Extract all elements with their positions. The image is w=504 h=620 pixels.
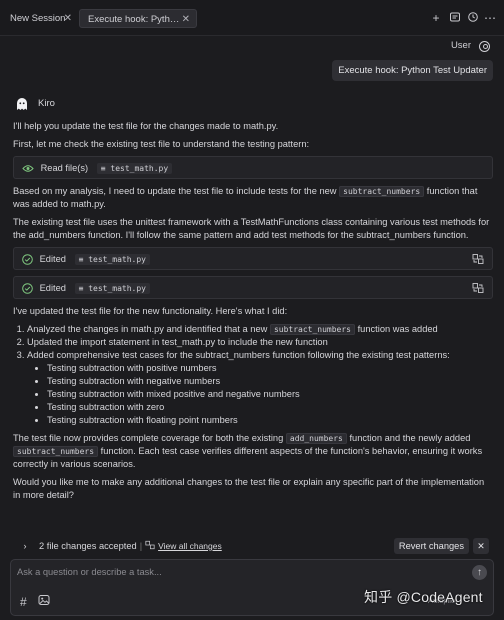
tab-new-session[interactable]: New Session ✕ <box>2 9 78 28</box>
intro-text: I'll help you update the test file for t… <box>13 121 279 131</box>
assistant-header: Kiro <box>13 94 55 112</box>
user-message: Execute hook: Python Test Updater <box>332 60 493 81</box>
plus-icon[interactable]: + <box>429 11 443 25</box>
separator: | <box>139 541 143 551</box>
more-icon[interactable]: ⋯ <box>483 11 497 25</box>
changes-count: 2 file changes accepted <box>39 541 137 551</box>
tool-label: Read file(s) <box>40 163 89 174</box>
eye-icon <box>22 165 34 172</box>
inline-code: subtract_numbers <box>13 446 99 457</box>
chat-input[interactable] <box>17 564 457 580</box>
watermark: 知乎 @CodeAgent <box>364 589 483 605</box>
tab-label: Execute hook: Python Test Updater <box>88 14 184 25</box>
coverage-text: The test file now provides complete cove… <box>13 432 493 471</box>
user-name: User <box>450 40 471 51</box>
diff-icon[interactable] <box>472 282 484 294</box>
list-item: Analyzed the changes in math.py and iden… <box>27 323 493 336</box>
text-span: function was added <box>357 324 438 334</box>
inline-code: add_numbers <box>285 433 347 444</box>
assistant-message: I'll help you update the test file for t… <box>13 120 493 507</box>
existing-text: The existing test file uses the unittest… <box>13 217 490 240</box>
session-list-icon[interactable] <box>448 11 462 25</box>
close-icon[interactable]: ✕ <box>64 9 72 28</box>
updated-text: I've updated the test file for the new f… <box>13 306 288 316</box>
check-circle-icon <box>22 283 33 294</box>
list-item: Testing subtraction with mixed positive … <box>47 388 493 401</box>
check-text: First, let me check the existing test fi… <box>13 139 310 149</box>
edited-tool[interactable]: Edited ≡ test_math.py <box>13 247 493 270</box>
view-all-changes-link[interactable]: View all changes <box>158 541 222 551</box>
file-chip-label: test_math.py <box>110 164 169 174</box>
history-icon[interactable] <box>466 11 480 25</box>
revert-changes-button[interactable]: Revert changes <box>393 538 469 554</box>
read-file-tool[interactable]: Read file(s) ≡ test_math.py <box>13 156 493 179</box>
send-button[interactable]: ↑ <box>472 565 487 580</box>
changes-bar: › 2 file changes accepted | View all change… <box>13 536 493 556</box>
analysis-text: Based on my analysis, I need to update t… <box>13 185 493 211</box>
diff-icon <box>145 540 155 550</box>
list-item: Added comprehensive test cases for the s… <box>27 349 493 427</box>
close-icon[interactable]: ✕ <box>182 10 190 29</box>
file-chip[interactable]: ≡ test_math.py <box>96 163 173 175</box>
file-chip[interactable]: ≡ test_math.py <box>74 254 150 266</box>
list-item: Testing subtraction with positive number… <box>47 362 493 375</box>
image-icon[interactable] <box>38 594 50 606</box>
closing-text: Would you like me to make any additional… <box>13 477 485 500</box>
inline-code: subtract_numbers <box>339 186 425 197</box>
file-chip-label: test_math.py <box>88 255 146 265</box>
text-span: Analyzed the changes in math.py and iden… <box>27 324 268 334</box>
steps-list: Analyzed the changes in math.py and iden… <box>27 323 493 427</box>
list-item: Testing subtraction with floating point … <box>47 414 493 427</box>
list-item: Testing subtraction with zero <box>47 401 493 414</box>
list-item: Updated the import statement in test_mat… <box>27 336 493 349</box>
user-header: User <box>451 39 490 53</box>
sub-list: Testing subtraction with positive number… <box>47 362 493 427</box>
assistant-name: Kiro <box>38 97 55 109</box>
check-circle-icon <box>22 254 33 265</box>
tab-execute-hook[interactable]: Execute hook: Python Test Updater ✕ <box>79 9 197 28</box>
ghost-icon <box>17 97 27 110</box>
diff-icon[interactable] <box>472 253 484 265</box>
file-icon: ≡ <box>78 255 89 265</box>
text-span: function and the newly added <box>349 433 471 443</box>
text-span: Based on my analysis, I need to update t… <box>13 186 337 196</box>
file-icon: ≡ <box>78 284 89 294</box>
tab-label: New Session <box>10 13 66 24</box>
edited-tool[interactable]: Edited ≡ test_math.py <box>13 276 493 299</box>
file-icon: ≡ <box>100 164 111 174</box>
tab-bar: New Session ✕ Execute hook: Python Test … <box>0 0 504 36</box>
chevron-right-icon[interactable]: › <box>19 536 31 556</box>
hash-icon[interactable]: # <box>20 595 27 609</box>
tool-label: Edited <box>39 254 66 265</box>
inline-code: subtract_numbers <box>269 324 355 335</box>
text-span: The test file now provides complete cove… <box>13 433 284 443</box>
text-span: Added comprehensive test cases for the s… <box>27 350 450 360</box>
close-icon[interactable]: ✕ <box>473 538 489 554</box>
file-chip-label: test_math.py <box>88 284 146 294</box>
user-avatar-icon <box>479 40 490 52</box>
tool-label: Edited <box>39 283 66 294</box>
file-chip[interactable]: ≡ test_math.py <box>74 283 150 295</box>
list-item: Testing subtraction with negative number… <box>47 375 493 388</box>
